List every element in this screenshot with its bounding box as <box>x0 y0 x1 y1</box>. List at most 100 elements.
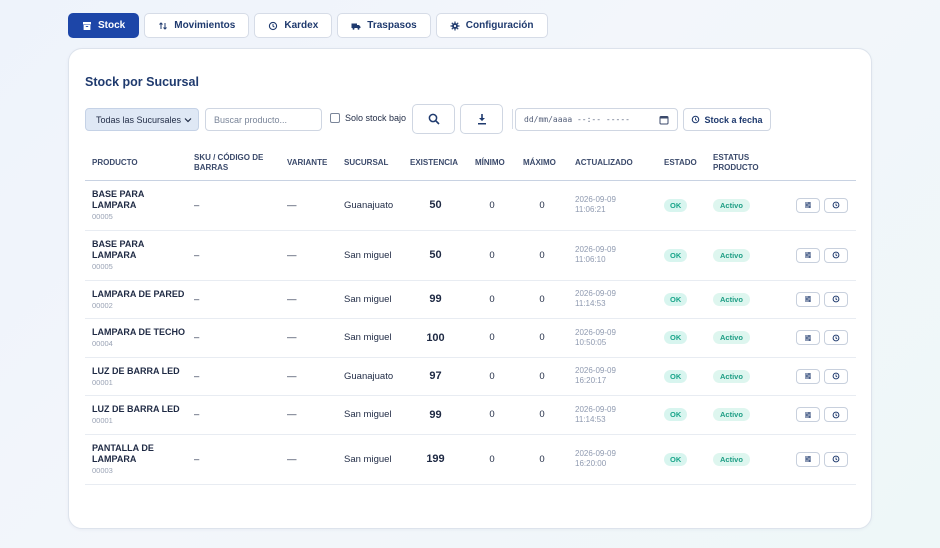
history-icon <box>832 334 840 342</box>
product-name: LAMPARA DE TECHO <box>92 327 185 338</box>
actions-cell <box>781 434 856 485</box>
product-cell: LUZ DE BARRA LED 00001 <box>85 357 187 396</box>
history-button[interactable] <box>824 247 848 263</box>
calendar-icon <box>659 116 669 125</box>
stock-date-button[interactable]: Stock a fecha <box>683 108 771 131</box>
updated-time: 11:14:53 <box>575 414 606 424</box>
variant-cell: — <box>280 434 337 485</box>
tab-kardex[interactable]: Kardex <box>254 13 333 38</box>
branch-select[interactable]: Todas las Sucursales <box>85 108 199 131</box>
search-placeholder: Buscar producto... <box>214 114 288 125</box>
low-stock-filter[interactable]: Solo stock bajo <box>330 113 406 123</box>
adjust-button[interactable] <box>796 247 820 263</box>
variant-cell: — <box>280 357 337 396</box>
sliders-icon <box>805 296 811 303</box>
history-icon <box>832 411 840 419</box>
updated-cell: 2026-09-09 16:20:17 <box>568 357 657 396</box>
table-body: BASE PARA LAMPARA 00005 – — Guanajuato 5… <box>85 180 856 485</box>
max-cell: 0 <box>516 180 568 231</box>
variant-cell: — <box>280 280 337 319</box>
product-status-badge: Activo <box>713 369 750 383</box>
sku-cell: – <box>187 357 280 396</box>
product-code: 00001 <box>92 377 113 387</box>
sliders-icon <box>805 202 811 208</box>
actions-cell <box>781 280 856 319</box>
stock-cell: 97 <box>403 357 468 396</box>
stock-cell: 199 <box>403 434 468 485</box>
table-row: BASE PARA LAMPARA 00005 – — Guanajuato 5… <box>85 180 856 231</box>
product-cell: LAMPARA DE TECHO 00004 <box>85 318 187 358</box>
max-cell: 0 <box>516 230 568 281</box>
arrows-icon <box>159 21 168 30</box>
sku-cell: – <box>187 434 280 485</box>
product-name: LUZ DE BARRA LED <box>92 404 180 415</box>
updated-date: 2026-09-09 <box>575 366 616 376</box>
sliders-icon <box>805 252 811 258</box>
min-cell: 0 <box>468 280 516 319</box>
stock-card: Stock por Sucursal Todas las Sucursales … <box>68 48 872 529</box>
product-code: 00002 <box>92 300 113 310</box>
adjust-button[interactable] <box>796 330 820 346</box>
stock-cell: 99 <box>403 280 468 319</box>
product-code: 00003 <box>92 466 113 475</box>
branch-cell: San miguel <box>337 230 403 281</box>
sku-cell: – <box>187 395 280 435</box>
tab-traspasos[interactable]: Traspasos <box>337 13 431 38</box>
adjust-button[interactable] <box>796 197 820 213</box>
product-status-badge: Activo <box>713 292 750 306</box>
updated-time: 11:06:10 <box>575 255 606 264</box>
stock-cell: 99 <box>403 395 468 435</box>
min-cell: 0 <box>468 180 516 231</box>
actions-cell <box>781 357 856 396</box>
variant-cell: — <box>280 180 337 231</box>
history-button[interactable] <box>824 291 848 307</box>
history-button[interactable] <box>824 197 848 213</box>
branch-cell: Guanajuato <box>337 180 403 231</box>
download-button[interactable] <box>460 104 503 134</box>
min-cell: 0 <box>468 434 516 485</box>
history-icon <box>269 21 278 30</box>
history-button[interactable] <box>824 451 848 467</box>
tab-movimientos[interactable]: Movimientos <box>144 13 250 38</box>
tab-configuracion[interactable]: Configuración <box>435 13 548 38</box>
stock-cell: 50 <box>403 230 468 281</box>
adjust-button[interactable] <box>796 451 820 467</box>
updated-date: 2026-09-09 <box>575 195 616 204</box>
updated-date: 2026-09-09 <box>575 449 616 458</box>
table-row: LUZ DE BARRA LED 00001 – — Guanajuato 97… <box>85 357 856 396</box>
updated-date: 2026-09-09 <box>575 327 616 337</box>
branch-cell: San miguel <box>337 434 403 485</box>
col-actualizado: Actualizado <box>568 146 657 181</box>
history-icon <box>832 295 840 303</box>
status-badge: OK <box>664 408 688 422</box>
min-cell: 0 <box>468 357 516 396</box>
updated-date: 2026-09-09 <box>575 404 616 414</box>
search-input[interactable]: Buscar producto... <box>205 108 322 131</box>
updated-cell: 2026-09-09 11:14:53 <box>568 280 657 319</box>
product-cell: PANTALLA DE LAMPARA 00003 <box>85 434 187 485</box>
date-placeholder: dd/mm/aaaa --:-- ----- <box>524 115 630 124</box>
history-button[interactable] <box>824 407 848 423</box>
product-status-cell: Activo <box>706 180 781 231</box>
adjust-button[interactable] <box>796 368 820 384</box>
tab-stock[interactable]: Stock <box>68 13 140 38</box>
adjust-button[interactable] <box>796 407 820 423</box>
table-row: LUZ DE BARRA LED 00001 – — San miguel 99… <box>85 395 856 435</box>
low-stock-checkbox[interactable] <box>330 113 340 123</box>
updated-cell: 2026-09-09 11:06:21 <box>568 180 657 231</box>
col-sucursal: Sucursal <box>337 146 403 181</box>
min-cell: 0 <box>468 230 516 281</box>
table-row: BASE PARA LAMPARA 00005 – — San miguel 5… <box>85 230 856 281</box>
date-input[interactable]: dd/mm/aaaa --:-- ----- <box>515 108 678 131</box>
adjust-button[interactable] <box>796 291 820 307</box>
truck-icon <box>351 23 361 30</box>
product-status-badge: Activo <box>713 248 750 262</box>
state-cell: OK <box>657 280 706 319</box>
history-button[interactable] <box>824 330 848 346</box>
search-button[interactable] <box>412 104 455 134</box>
toolbar-divider <box>512 109 513 129</box>
status-badge: OK <box>664 331 688 345</box>
state-cell: OK <box>657 318 706 358</box>
history-button[interactable] <box>824 368 848 384</box>
updated-cell: 2026-09-09 11:14:53 <box>568 395 657 435</box>
